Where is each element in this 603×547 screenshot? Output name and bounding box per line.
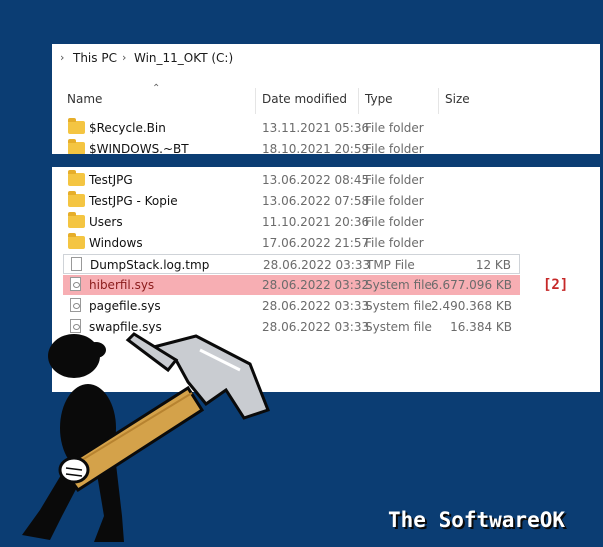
file-icon xyxy=(71,257,82,271)
item-name: Users xyxy=(89,215,123,229)
list-item-highlighted[interactable]: hiberfil.sys 28.06.2022 03:32 System fil… xyxy=(63,275,520,295)
item-size: 12 KB xyxy=(475,258,511,272)
column-divider[interactable] xyxy=(438,88,439,114)
column-header-size[interactable]: Size xyxy=(445,92,470,106)
list-item[interactable]: TestJPG - Kopie 13.06.2022 07:58 File fo… xyxy=(63,191,520,211)
column-divider[interactable] xyxy=(255,88,256,114)
item-size: 16.384 KB xyxy=(450,320,512,334)
item-date: 17.06.2022 21:57 xyxy=(262,236,370,250)
item-type: File folder xyxy=(365,121,424,135)
item-name: pagefile.sys xyxy=(89,299,161,313)
item-date: 28.06.2022 03:33 xyxy=(262,299,370,313)
item-name: TestJPG xyxy=(89,173,133,187)
item-type: System file xyxy=(365,320,432,334)
item-date: 28.06.2022 03:32 xyxy=(262,278,370,292)
item-type: TMP File xyxy=(366,258,415,272)
item-type: File folder xyxy=(365,215,424,229)
brand-watermark: The SoftwareOK xyxy=(388,508,566,532)
column-divider[interactable] xyxy=(358,88,359,114)
item-date: 13.06.2022 08:45 xyxy=(262,173,370,187)
list-item-focused[interactable]: DumpStack.log.tmp 28.06.2022 03:33 TMP F… xyxy=(63,254,520,274)
folder-icon xyxy=(68,233,85,249)
list-item[interactable]: $Recycle.Bin 13.11.2021 05:36 File folde… xyxy=(63,118,520,138)
folder-icon xyxy=(68,191,85,207)
system-file-icon xyxy=(70,298,81,312)
breadcrumb-chevron-icon[interactable]: › xyxy=(122,51,126,64)
breadcrumb-item-this-pc[interactable]: This PC xyxy=(73,51,117,65)
item-size: 2.490.368 KB xyxy=(431,299,512,313)
breadcrumb: › This PC › Win_11_OKT (C:) xyxy=(52,44,600,72)
column-header-type[interactable]: Type xyxy=(365,92,393,106)
item-date: 13.06.2022 07:58 xyxy=(262,194,370,208)
folder-icon xyxy=(68,212,85,228)
system-file-icon xyxy=(70,277,81,291)
item-size: 6.677.096 KB xyxy=(431,278,512,292)
item-type: System file xyxy=(365,299,432,313)
item-name: TestJPG - Kopie xyxy=(89,194,178,208)
folder-icon xyxy=(68,170,85,186)
item-date: 28.06.2022 03:33 xyxy=(263,258,371,272)
item-name: hiberfil.sys xyxy=(89,278,155,292)
item-type: File folder xyxy=(365,236,424,250)
item-date: 13.11.2021 05:36 xyxy=(262,121,370,135)
item-type: File folder xyxy=(365,173,424,187)
sort-ascending-icon: ⌃ xyxy=(152,83,161,94)
list-item[interactable]: TestJPG 13.06.2022 08:45 File folder xyxy=(63,170,520,190)
item-name: $Recycle.Bin xyxy=(89,121,166,135)
item-name: DumpStack.log.tmp xyxy=(90,258,210,272)
annotation-marker: [2] xyxy=(543,277,569,293)
cropped-section-divider xyxy=(52,154,600,167)
column-header-date-modified[interactable]: Date modified xyxy=(262,92,347,106)
list-item[interactable]: Users 11.10.2021 20:36 File folder xyxy=(63,212,520,232)
folder-icon xyxy=(68,118,85,134)
hammer-mascot-illustration xyxy=(22,332,270,542)
list-item[interactable]: Windows 17.06.2022 21:57 File folder xyxy=(63,233,520,253)
list-item[interactable]: pagefile.sys 28.06.2022 03:33 System fil… xyxy=(63,296,520,316)
item-type: System file xyxy=(365,278,432,292)
item-name: Windows xyxy=(89,236,143,250)
column-header-name[interactable]: Name xyxy=(67,92,102,106)
item-type: File folder xyxy=(365,194,424,208)
breadcrumb-item-drive[interactable]: Win_11_OKT (C:) xyxy=(134,51,233,65)
breadcrumb-chevron-icon[interactable]: › xyxy=(60,51,64,64)
item-date: 11.10.2021 20:36 xyxy=(262,215,370,229)
